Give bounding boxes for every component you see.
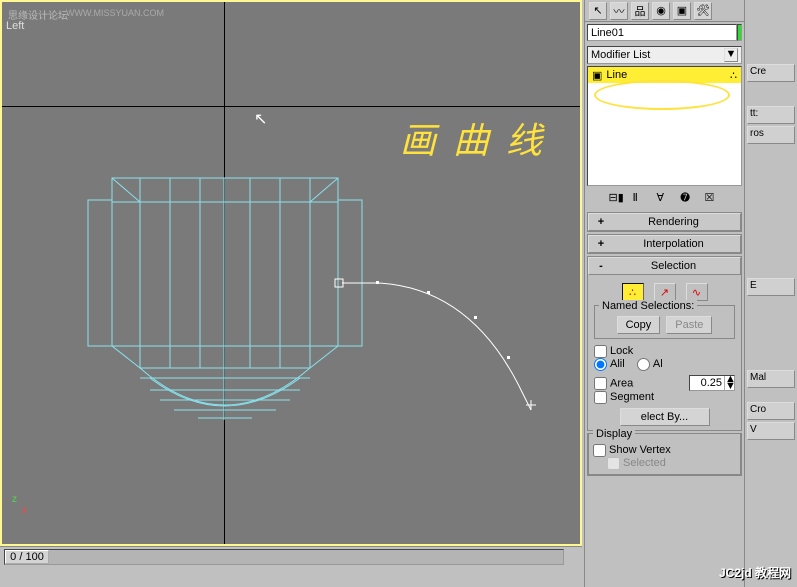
chevron-down-icon[interactable]: ▼ (724, 48, 738, 62)
time-slider-track[interactable]: 0 / 100 (4, 549, 564, 565)
copy-button[interactable]: Copy (617, 316, 661, 334)
pin-stack-icon[interactable]: ⊟▮ (609, 191, 625, 207)
object-name-input[interactable] (587, 24, 737, 41)
stack-item-label: Line (606, 69, 726, 81)
display-tab-icon[interactable]: ▣ (673, 2, 691, 20)
hierarchy-tab-icon[interactable]: 品 (631, 2, 649, 20)
modifier-list-label: Modifier List (591, 49, 650, 61)
configure-sets-icon[interactable]: ☒ (705, 191, 721, 207)
cursor-arrow-icon: ↖ (254, 109, 267, 129)
select-by-button[interactable]: elect By... (620, 408, 710, 426)
command-panel-tabs: ↖ 〰 品 ◉ ▣ 🛠 (585, 0, 744, 22)
time-slider-knob[interactable]: 0 / 100 (5, 550, 49, 564)
area-checkbox[interactable]: Area (594, 377, 633, 390)
expand-icon[interactable]: ▣ (592, 69, 602, 82)
show-vertex-checkbox[interactable]: Show Vertex (593, 444, 671, 456)
rollout-rendering: + Rendering (587, 212, 742, 232)
selected-checkbox[interactable]: Selected (607, 457, 666, 469)
stub[interactable]: ros (747, 126, 795, 144)
rollout-selection-header[interactable]: - Selection (588, 257, 741, 275)
subobj-spline-button[interactable]: ∿ (686, 283, 708, 301)
plus-icon: + (595, 238, 607, 250)
area-spinner[interactable]: ▲▼ (689, 375, 735, 391)
command-panel: ↖ 〰 品 ◉ ▣ 🛠 Modifier List ▼ ▣ Line ∴ ⊟▮ … (584, 0, 744, 587)
viewport[interactable]: 思缘设计论坛 WWW.MISSYUAN.COM Left (0, 0, 582, 546)
rollout-interpolation: + Interpolation (587, 234, 742, 254)
extra-panel-clipped: Cre tt: ros E Mal Cro V (744, 0, 797, 587)
lock-checkbox[interactable]: Lock (594, 345, 633, 357)
paste-button[interactable]: Paste (666, 316, 712, 334)
stub[interactable]: tt: (747, 106, 795, 124)
bottom-watermark: JC2jd 教程网 (719, 564, 791, 581)
axis-gizmo: z x (12, 494, 27, 516)
create-tab-icon[interactable]: ↖ (589, 2, 607, 20)
stack-toolbar: ⊟▮ Ⅱ ∀ ➐ ☒ (587, 188, 742, 210)
stub[interactable]: Cro (747, 402, 795, 420)
modify-tab-icon[interactable]: 〰 (610, 2, 628, 20)
radio-all[interactable]: Alil (594, 358, 625, 370)
motion-tab-icon[interactable]: ◉ (652, 2, 670, 20)
subobj-vertex-button[interactable]: ∴ (622, 283, 644, 301)
timeline[interactable]: 0 / 100 (0, 546, 582, 566)
modifier-list-dropdown[interactable]: Modifier List ▼ (587, 46, 742, 64)
show-end-result-icon[interactable]: Ⅱ (633, 191, 649, 207)
stack-dots-icon: ∴ (730, 69, 737, 82)
make-unique-icon[interactable]: ∀ (657, 191, 673, 207)
rollout-selection: - Selection ∴ ↗ ∿ Named Selections: Copy… (587, 256, 742, 431)
rollout-rendering-header[interactable]: + Rendering (588, 213, 741, 231)
object-color-swatch[interactable] (737, 24, 742, 41)
utilities-tab-icon[interactable]: 🛠 (694, 2, 712, 20)
annotation-text: 画 曲 线 (400, 112, 546, 164)
radio-al[interactable]: Al (637, 358, 663, 370)
stub[interactable]: E (747, 278, 795, 296)
stack-item-line[interactable]: ▣ Line ∴ (588, 67, 741, 83)
stub[interactable]: Mal (747, 370, 795, 388)
segment-checkbox[interactable]: Segment (594, 391, 654, 403)
minus-icon: - (595, 260, 607, 272)
rollout-display: Display Show Vertex Selected (587, 433, 742, 476)
stub[interactable]: Cre (747, 64, 795, 82)
subobj-segment-button[interactable]: ↗ (654, 283, 676, 301)
rollout-interpolation-header[interactable]: + Interpolation (588, 235, 741, 253)
modifier-stack[interactable]: ▣ Line ∴ (587, 66, 742, 186)
remove-modifier-icon[interactable]: ➐ (681, 191, 697, 207)
stub[interactable]: V (747, 422, 795, 440)
plus-icon: + (595, 216, 607, 228)
viewport-canvas (2, 2, 584, 548)
named-selections-group: Named Selections: Copy Paste (594, 305, 735, 339)
